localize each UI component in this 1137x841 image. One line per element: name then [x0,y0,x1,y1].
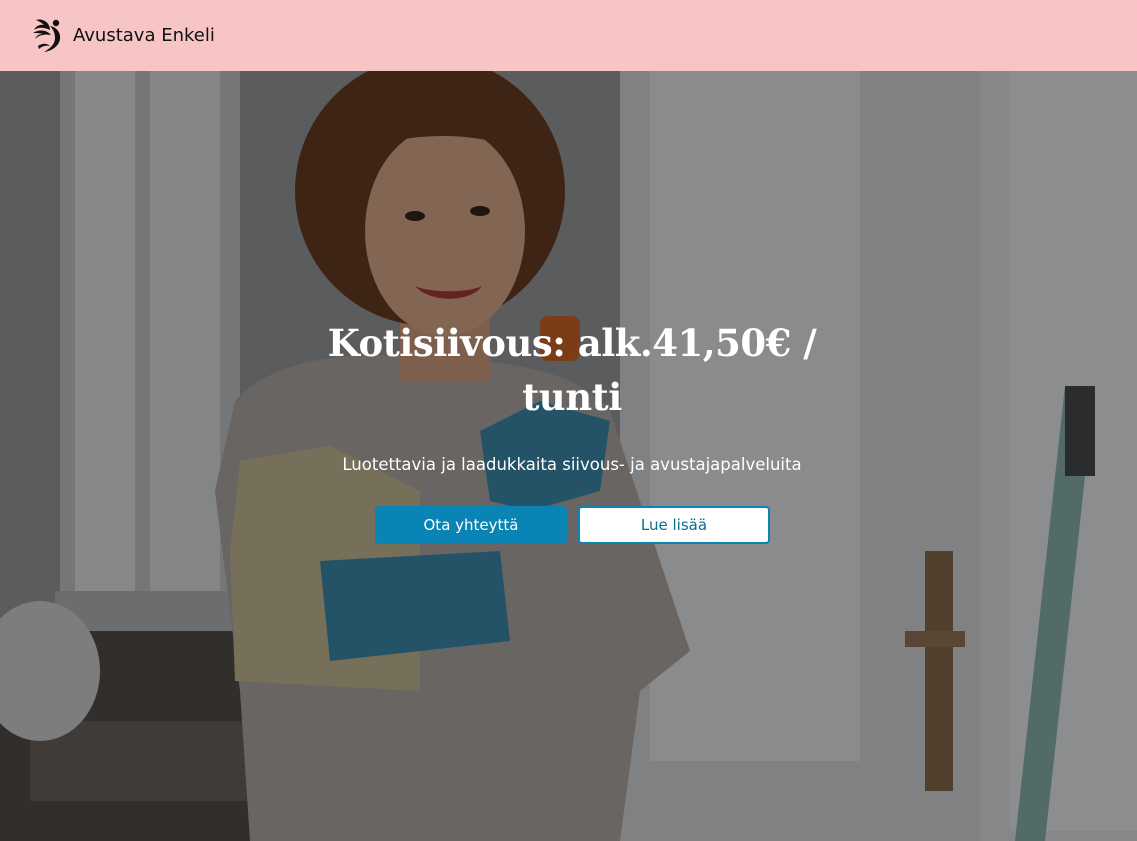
site-header: Avustava Enkeli [0,0,1137,71]
hero-title: Kotisiivous: alk.41,50€ / tunti [327,321,817,419]
brand-logo-link[interactable]: Avustava Enkeli [30,16,215,56]
contact-button[interactable]: Ota yhteyttä [375,506,567,544]
hero-content: Kotisiivous: alk.41,50€ / tunti Luotetta… [0,71,1137,841]
brand-name: Avustava Enkeli [73,25,215,46]
read-more-button[interactable]: Lue lisää [578,506,770,544]
angel-wing-icon [30,16,64,56]
hero-section: Kotisiivous: alk.41,50€ / tunti Luotetta… [0,71,1137,841]
hero-subtitle: Luotettavia ja laadukkaita siivous- ja a… [342,455,802,474]
